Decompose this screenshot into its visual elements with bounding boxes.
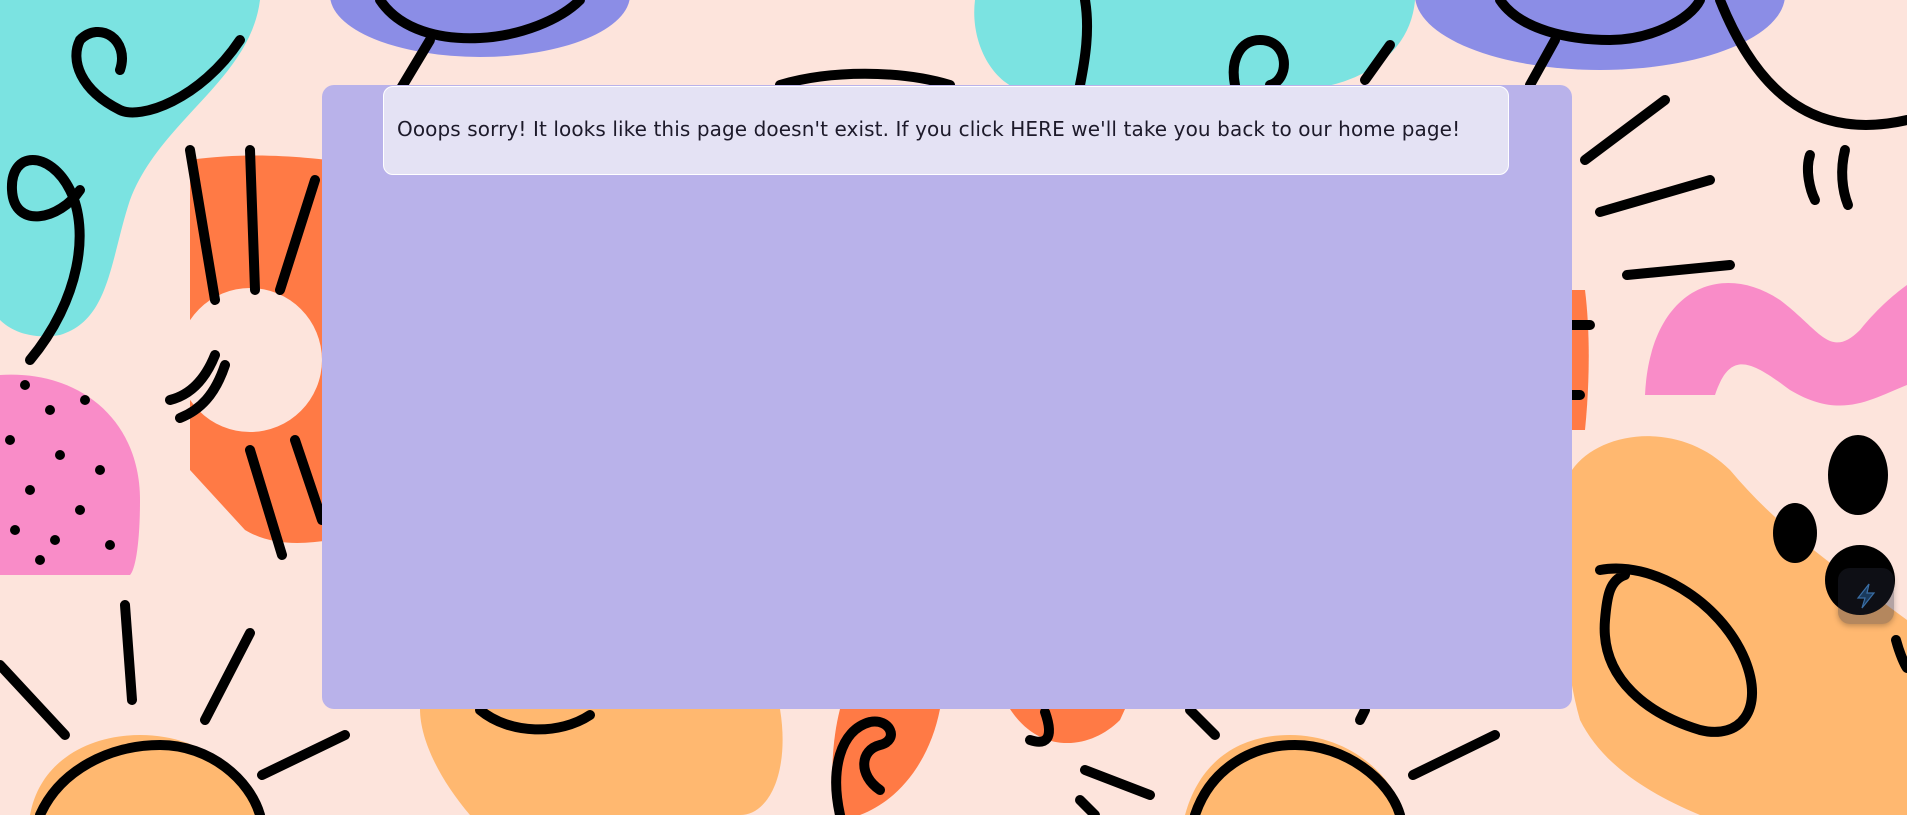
lightning-icon <box>1856 583 1876 609</box>
content-panel: Ooops sorry! It looks like this page doe… <box>322 85 1572 709</box>
not-found-message[interactable]: Ooops sorry! It looks like this page doe… <box>397 117 1460 141</box>
page-stage: Ooops sorry! It looks like this page doe… <box>0 0 1907 815</box>
floating-action-button[interactable] <box>1838 568 1894 624</box>
not-found-notice: Ooops sorry! It looks like this page doe… <box>383 86 1509 175</box>
